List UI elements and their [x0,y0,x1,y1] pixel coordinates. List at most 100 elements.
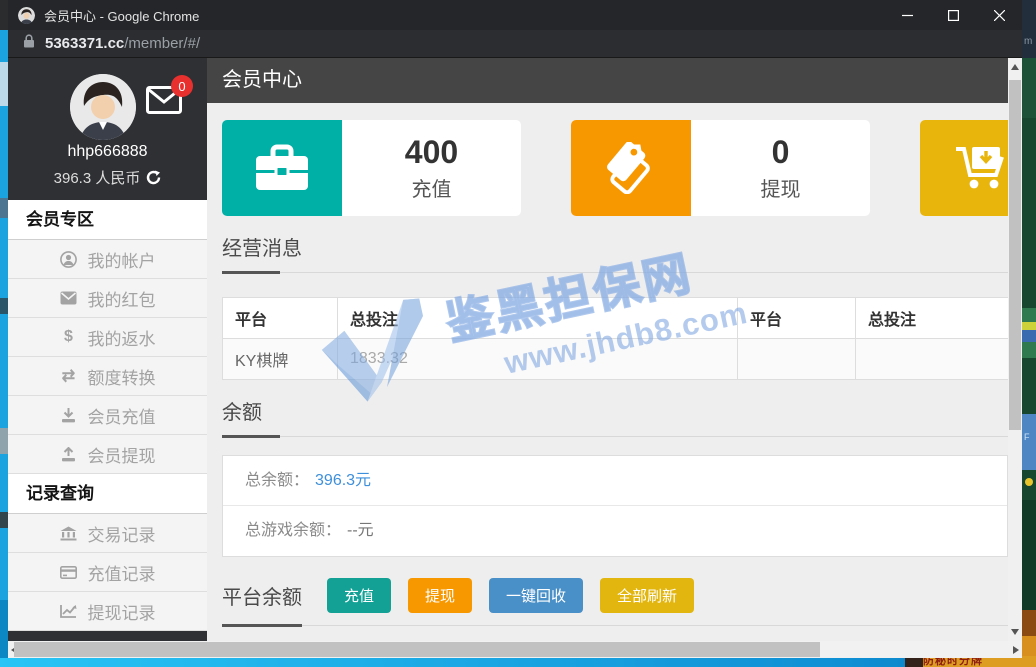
right-sliver-fragment [1022,58,1036,118]
tags-icon [571,120,691,216]
transfer-icon: ⇄ [60,366,78,386]
game-balance-value: --元 [347,522,374,539]
page-title: 会员中心 [207,58,1008,103]
cell-platform: KY棋牌 [223,339,338,380]
sidebar-item-label: 会员充值 [88,403,156,428]
sidebar: 0 hhp666888 396.3 人民币 会员专区 我的帐户 我的红包 $ [8,58,207,641]
withdraw-total-value: 0 [772,134,790,171]
total-balance-label: 总余额： [245,472,309,489]
stat-cards-row: 400 充值 0 提现 [222,120,1008,216]
right-sliver-fragment [1022,500,1036,610]
deposit-button[interactable]: 充值 [327,578,391,613]
bank-icon [60,526,78,541]
sidebar-item-my-redpacket[interactable]: 我的红包 [8,279,207,318]
horizontal-scrollbar[interactable] [8,641,1022,658]
window-title: 会员中心 - Google Chrome [44,6,199,25]
withdraw-total-label: 提现 [761,173,801,202]
right-sliver-fragment: F [1022,414,1036,470]
total-balance-row: 总余额： 396.3元 [223,456,1007,506]
title-bar[interactable]: 会员中心 - Google Chrome [8,0,1022,30]
col-total-bet: 总投注 [338,298,738,339]
table-header-row: 平台 总投注 平台 总投注 [223,298,1009,339]
briefcase-icon [222,120,342,216]
sidebar-item-quota-transfer[interactable]: ⇄ 额度转换 [8,357,207,396]
card-icon [60,566,78,579]
withdraw-icon [60,447,78,462]
address-bar[interactable]: 5363371.cc /member/#/ [8,30,1022,58]
right-sliver-fragment [1022,308,1036,358]
minimize-button[interactable] [884,0,930,30]
avatar[interactable] [70,74,136,140]
platform-balance-header: 平台余额 充值 提现 一键回收 全部刷新 [222,578,1008,626]
close-button[interactable] [976,0,1022,30]
stat-card-withdraw: 0 提现 [571,120,870,216]
left-sliver-fragment [0,428,8,454]
deposit-total-value: 400 [405,134,458,171]
sidebar-item-my-rebate[interactable]: $ 我的返水 [8,318,207,357]
table-row: KY棋牌 1833.32 [223,339,1009,380]
url-host: 5363371.cc [45,35,124,52]
deposit-icon [60,408,78,423]
game-balance-label: 总游戏余额： [245,522,341,539]
site-favicon-icon [18,7,35,24]
scroll-down-arrow[interactable] [1011,629,1019,635]
balance-panel: 总余额： 396.3元 总游戏余额： --元 [222,455,1008,557]
sidebar-item-label: 充值记录 [88,560,156,585]
business-news-title: 经营消息 [222,232,1008,273]
sidebar-item-label: 会员提现 [88,442,156,467]
business-news-table: 平台 总投注 平台 总投注 KY棋牌 1833.32 [222,297,1008,380]
platform-balance-title: 平台余额 [222,581,302,610]
balance-row: 396.3 人民币 [8,167,207,188]
sidebar-item-label: 我的帐户 [88,247,156,272]
left-sliver-fragment [0,298,8,314]
balance-title: 余额 [222,396,1008,437]
chart-icon [60,604,78,618]
sidebar-item-member-deposit[interactable]: 会员充值 [8,396,207,435]
sidebar-item-withdraw-records[interactable]: 提现记录 [8,592,207,631]
right-sliver-fragment [1022,470,1036,500]
screen: m F 防秘时分牌 会员中心 - Google Chrome [0,0,1036,667]
sidebar-item-label: 我的返水 [88,325,156,350]
background-window-bottom-strip [0,658,1036,667]
sidebar-item-deposit-records[interactable]: 充值记录 [8,553,207,592]
scroll-right-arrow[interactable] [1013,646,1019,654]
stat-card-deposit: 400 充值 [222,120,521,216]
scroll-up-arrow[interactable] [1011,64,1019,70]
horizontal-scrollbar-thumb[interactable] [14,642,820,657]
maximize-button[interactable] [930,0,976,30]
left-sliver-fragment [0,198,8,218]
sidebar-section-member: 会员专区 [8,200,207,240]
user-icon [60,251,78,268]
red-packet-icon [60,291,78,305]
refresh-icon[interactable] [146,170,161,185]
page-content: 0 hhp666888 396.3 人民币 会员专区 我的帐户 我的红包 $ [8,58,1022,641]
total-balance-value: 396.3元 [315,472,371,489]
left-sliver-fragment [0,62,8,106]
deposit-total-label: 充值 [412,173,452,202]
sidebar-item-member-withdraw[interactable]: 会员提现 [8,435,207,474]
main-area: 会员中心 400 充值 [207,58,1008,641]
sidebar-section-records: 记录查询 [8,474,207,514]
message-count-badge: 0 [171,75,193,97]
sidebar-item-my-account[interactable]: 我的帐户 [8,240,207,279]
game-balance-row: 总游戏余额： --元 [223,506,1007,556]
left-sliver-fragment [0,512,8,528]
dollar-icon: $ [60,328,78,346]
chrome-window: 会员中心 - Google Chrome 5363371.cc /member/… [8,0,1022,658]
url-path: /member/#/ [124,35,200,52]
refresh-all-button[interactable]: 全部刷新 [600,578,694,613]
background-window-left-sliver [0,0,8,667]
sidebar-item-label: 我的红包 [88,286,156,311]
stat-card-third [920,120,1008,216]
vertical-scrollbar-thumb[interactable] [1009,80,1021,430]
sidebar-item-label: 额度转换 [88,364,156,389]
sidebar-item-transaction-records[interactable]: 交易记录 [8,514,207,553]
right-sliver-fragment: m [1022,0,1036,58]
sidebar-item-label: 提现记录 [88,599,156,624]
col-platform: 平台 [738,298,856,339]
one-key-recycle-button[interactable]: 一键回收 [489,578,583,613]
col-platform: 平台 [223,298,338,339]
withdraw-button[interactable]: 提现 [408,578,472,613]
username: hhp666888 [8,143,207,161]
vertical-scrollbar[interactable] [1008,58,1022,641]
